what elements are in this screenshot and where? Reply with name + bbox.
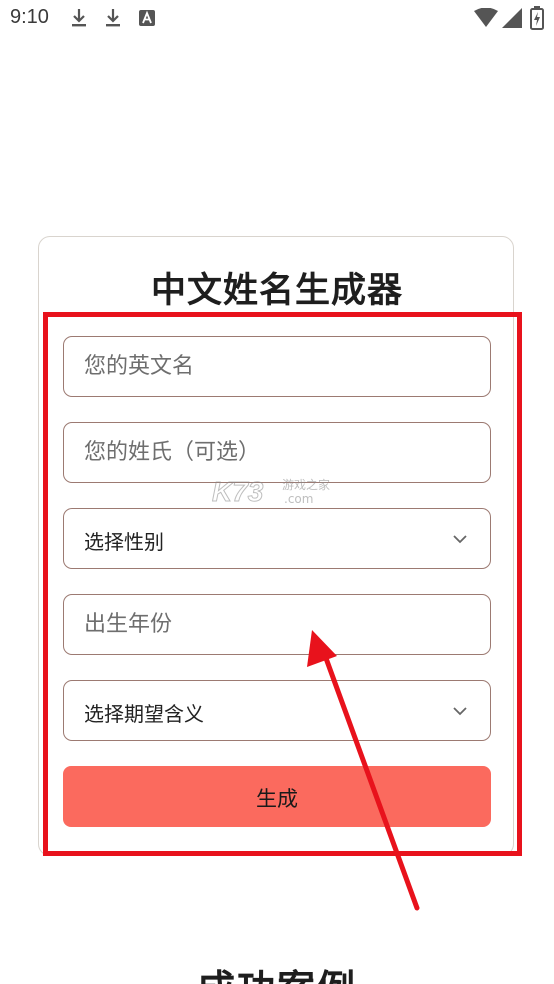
app-screen: 9:10 中文姓名生成器 您的英文名 您的姓氏（可选） 选择性别 出生年份 选择… <box>0 0 554 984</box>
annotation-arrow <box>307 630 420 911</box>
success-cases-heading: 成功案例 <box>0 958 554 984</box>
